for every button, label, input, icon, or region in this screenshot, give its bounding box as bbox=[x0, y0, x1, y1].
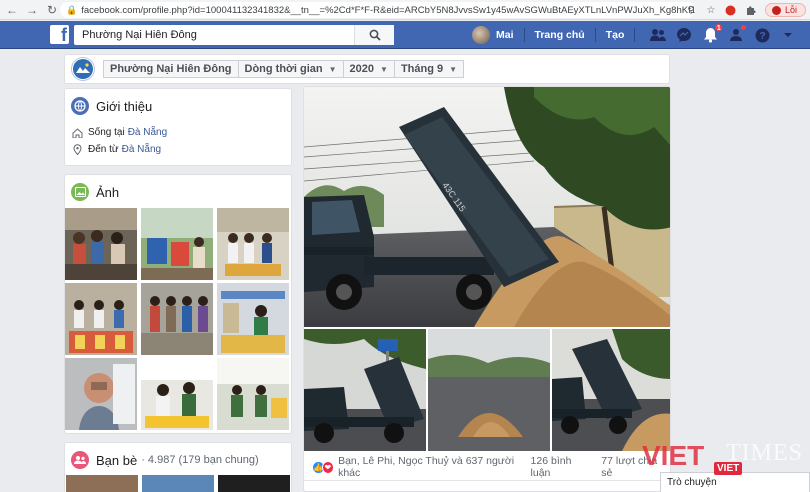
create-link[interactable]: Tạo bbox=[606, 29, 625, 41]
photo-thumbnail[interactable] bbox=[217, 358, 289, 430]
home-link[interactable]: Trang chủ bbox=[535, 29, 585, 41]
photos-icon bbox=[71, 183, 89, 201]
photos-title: Ảnh bbox=[96, 184, 120, 200]
crumb-label: 2020 bbox=[349, 63, 375, 75]
messenger-icon[interactable] bbox=[675, 26, 693, 44]
divider bbox=[634, 28, 636, 42]
forward-icon[interactable]: → bbox=[24, 2, 40, 18]
friends-title: Bạn bè bbox=[96, 452, 138, 468]
timeline-navigation: Phường Nại Hiên Đông Dòng thời gian ▼ 202… bbox=[64, 54, 670, 84]
facebook-header: f Phường Nại Hiên Đông Mai Trang chủ Tạo… bbox=[0, 21, 810, 49]
crumb-label: Tháng 9 bbox=[400, 63, 444, 75]
post-photo-3[interactable] bbox=[428, 329, 550, 451]
love-reaction-icon[interactable]: ❤ bbox=[321, 460, 335, 474]
facebook-logo-icon[interactable]: f bbox=[50, 25, 69, 44]
browser-toolbar: ← → ↻ 🔒 facebook.com/profile.php?id=1000… bbox=[0, 0, 810, 20]
error-label: Lỗi bbox=[784, 5, 797, 15]
reload-icon[interactable]: ↻ bbox=[44, 2, 60, 18]
url-text: facebook.com/profile.php?id=100041132341… bbox=[81, 4, 695, 16]
photo-thumbnail[interactable] bbox=[217, 283, 289, 355]
watermark-mini: VIET bbox=[714, 462, 743, 475]
caret-down-icon: ▼ bbox=[380, 64, 388, 74]
puzzle-icon[interactable] bbox=[745, 4, 757, 16]
lock-icon: 🔒 bbox=[66, 4, 78, 15]
location-pin-icon bbox=[71, 144, 83, 155]
post-photo-2[interactable] bbox=[304, 329, 426, 451]
search-input[interactable]: Phường Nại Hiên Đông bbox=[74, 25, 394, 45]
svg-text:?: ? bbox=[759, 31, 765, 42]
error-pill[interactable]: Lỗi bbox=[764, 3, 806, 17]
crumb-timeline[interactable]: Dòng thời gian ▼ bbox=[237, 60, 344, 78]
profile-link[interactable]: Mai bbox=[496, 29, 514, 41]
chat-label: Trò chuyện bbox=[667, 477, 717, 488]
photo-thumbnail[interactable] bbox=[217, 208, 289, 280]
friends-icon bbox=[71, 451, 89, 469]
photo-thumbnail[interactable] bbox=[141, 283, 213, 355]
chat-tab[interactable]: Trò chuyện bbox=[660, 472, 810, 492]
profile-avatar-icon bbox=[771, 5, 781, 15]
address-bar[interactable]: 🔒 facebook.com/profile.php?id=1000411323… bbox=[60, 2, 695, 18]
back-icon[interactable]: ← bbox=[4, 2, 20, 18]
reactions-bar: 👍 ❤ Bạn, Lê Phi, Ngọc Thuỷ và 637 người … bbox=[312, 455, 668, 479]
account-menu-icon[interactable] bbox=[779, 26, 797, 44]
groups-icon[interactable] bbox=[727, 24, 748, 44]
post-actions-bar bbox=[304, 480, 670, 491]
caret-down-icon: ▼ bbox=[328, 64, 337, 74]
divider bbox=[594, 28, 596, 42]
photo-thumbnail[interactable] bbox=[65, 208, 137, 280]
crumb-page-name[interactable]: Phường Nại Hiên Đông bbox=[103, 60, 239, 78]
shares-count[interactable]: 77 lượt chia sẻ bbox=[601, 455, 668, 479]
notification-badge: 1 bbox=[714, 23, 724, 32]
intro-title: Giới thiệu bbox=[96, 98, 153, 114]
lives-in-label: Sống tại bbox=[88, 127, 125, 138]
comments-count[interactable]: 126 bình luận bbox=[531, 455, 592, 479]
notifications-icon[interactable]: 1 bbox=[701, 23, 724, 44]
home-icon bbox=[71, 127, 83, 138]
search-value: Phường Nại Hiên Đông bbox=[82, 29, 197, 41]
friend-requests-icon[interactable] bbox=[649, 26, 667, 44]
crumb-month[interactable]: Tháng 9 ▼ bbox=[393, 60, 465, 78]
avatar[interactable] bbox=[472, 26, 490, 44]
post-main-photo[interactable]: 43C 115 bbox=[304, 87, 670, 327]
crumb-label: Phường Nại Hiên Đông bbox=[110, 63, 232, 75]
groups-badge bbox=[740, 24, 748, 31]
extension-red-icon[interactable] bbox=[725, 4, 737, 16]
from-label: Đến từ bbox=[88, 144, 119, 155]
divider bbox=[523, 28, 525, 42]
crumb-year[interactable]: 2020 ▼ bbox=[342, 60, 395, 78]
page-avatar[interactable] bbox=[71, 57, 95, 81]
star-icon[interactable]: ☆ bbox=[705, 4, 717, 16]
intro-card: Giới thiệu Sống tại Đà Nẵng Đến từ Đà Nẵ… bbox=[64, 88, 292, 166]
post-photo-4[interactable] bbox=[552, 329, 670, 451]
friends-count: · 4.987 (179 bạn chung) bbox=[141, 454, 259, 466]
lives-in-link[interactable]: Đà Nẵng bbox=[128, 127, 167, 138]
search-icon bbox=[369, 29, 381, 41]
from-link[interactable]: Đà Nẵng bbox=[122, 144, 161, 155]
friend-thumbnail[interactable] bbox=[142, 475, 214, 492]
photo-thumbnail[interactable] bbox=[65, 358, 137, 430]
caret-down-icon: ▼ bbox=[449, 64, 458, 74]
reactors-text[interactable]: Bạn, Lê Phi, Ngọc Thuỷ và 637 người khác bbox=[338, 455, 530, 479]
globe-icon bbox=[71, 97, 89, 115]
friends-card: Bạn bè · 4.987 (179 bạn chung) bbox=[64, 442, 292, 492]
post-card: 43C 115 👍 ❤ Bạn, Lê Phi, Ngọc Thuỷ và 63… bbox=[303, 86, 671, 492]
photo-thumbnail[interactable] bbox=[141, 358, 213, 430]
zoom-icon[interactable]: ⚲ bbox=[685, 4, 697, 16]
photo-thumbnail[interactable] bbox=[65, 283, 137, 355]
friend-thumbnail[interactable] bbox=[218, 475, 290, 492]
help-icon[interactable]: ? bbox=[753, 26, 771, 44]
photo-thumbnail[interactable] bbox=[141, 208, 213, 280]
crumb-label: Dòng thời gian bbox=[244, 63, 323, 75]
friend-thumbnail[interactable] bbox=[66, 475, 138, 492]
search-button[interactable] bbox=[354, 25, 394, 45]
